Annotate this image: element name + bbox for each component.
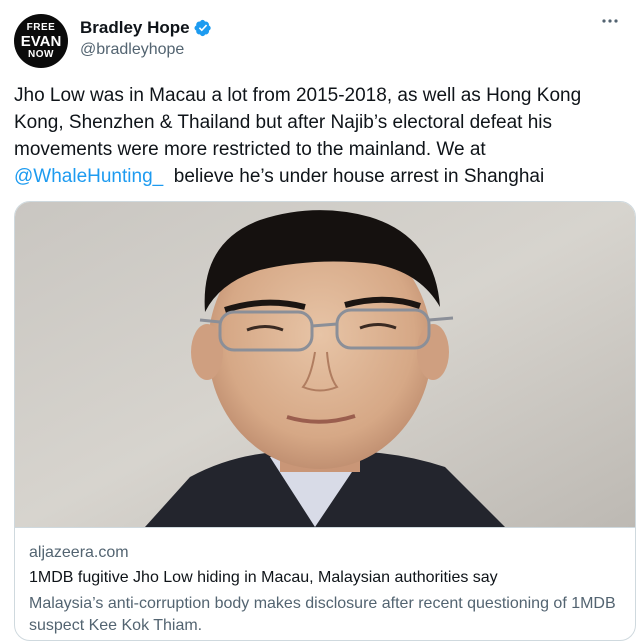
tweet-text-tail: believe he’s under house arrest in Shang… bbox=[163, 166, 545, 187]
avatar-text-line-2: EVAN bbox=[20, 32, 62, 50]
card-domain: aljazeera.com bbox=[29, 544, 129, 561]
tweet-text: Jho Low was in Macau a lot from 2015-201… bbox=[14, 82, 620, 190]
card-divider bbox=[15, 527, 635, 528]
more-dots-glyph bbox=[602, 19, 618, 23]
tweet-header: FREE EVAN NOW Bradley Hope @bradleyhope bbox=[14, 14, 622, 70]
avatar-text-line-1: FREE bbox=[26, 21, 56, 33]
tweet-text-body: Jho Low was in Macau a lot from 2015-201… bbox=[14, 85, 582, 160]
card-description: Malaysia’s anti-corruption body makes di… bbox=[29, 595, 616, 634]
author-name-row: Bradley Hope bbox=[80, 18, 212, 38]
card-title[interactable]: 1MDB fugitive Jho Low hiding in Macau, M… bbox=[29, 569, 498, 587]
more-options-icon[interactable] bbox=[598, 14, 622, 34]
verified-badge-icon[interactable] bbox=[194, 19, 212, 37]
card-image[interactable] bbox=[15, 202, 635, 527]
author-display-name[interactable]: Bradley Hope bbox=[80, 18, 190, 38]
avatar[interactable]: FREE EVAN NOW bbox=[14, 14, 68, 68]
author-handle[interactable]: @bradleyhope bbox=[80, 41, 184, 59]
link-preview-card[interactable]: aljazeera.com 1MDB fugitive Jho Low hidi… bbox=[14, 201, 636, 641]
mention-link[interactable]: @WhaleHunting_ bbox=[14, 166, 163, 187]
avatar-text-line-3: NOW bbox=[28, 48, 54, 60]
